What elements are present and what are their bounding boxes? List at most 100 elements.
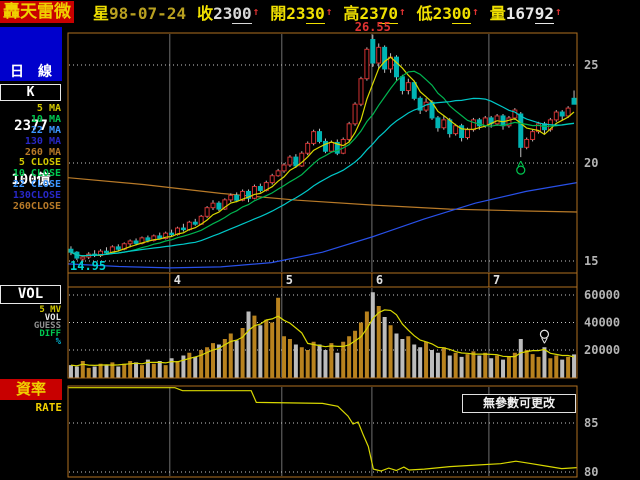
candle-body xyxy=(347,124,351,140)
volume-bar xyxy=(294,345,298,378)
price-tick-label: 20 xyxy=(584,156,598,170)
candle-body xyxy=(412,83,416,99)
volume-bar xyxy=(276,298,280,378)
volume-bar xyxy=(572,354,576,377)
candle-body xyxy=(69,249,73,252)
volume-bar xyxy=(93,367,97,378)
candle-body xyxy=(572,98,576,104)
candle-body xyxy=(193,222,197,224)
volume-bar xyxy=(99,364,103,378)
candle-body xyxy=(560,112,564,116)
volume-tick-label: 60000 xyxy=(584,288,620,302)
rate-tick-label: 80 xyxy=(584,465,598,479)
volume-bar xyxy=(418,347,422,377)
candle-body xyxy=(170,233,174,234)
vol-indicator-button[interactable]: VOL xyxy=(0,285,61,304)
volume-bar xyxy=(430,350,434,378)
candle-body xyxy=(554,112,558,120)
candle-body xyxy=(235,195,239,200)
candle-body xyxy=(466,130,470,138)
volume-bar xyxy=(152,364,156,378)
month-label: 5 xyxy=(286,273,293,287)
indicator-sidebar: 日 線 2377 100億 K 5 MA10 MA22 MA130 MA260 … xyxy=(0,24,66,480)
volume-bar xyxy=(81,361,85,378)
candle-body xyxy=(158,236,162,239)
volume-bar xyxy=(247,312,251,378)
volume-bar xyxy=(288,339,292,378)
legend-row: 10 MA xyxy=(0,114,63,125)
candle-body xyxy=(276,171,280,176)
price-tick-label: 15 xyxy=(584,254,598,268)
candle-body xyxy=(341,139,345,153)
volume-bar xyxy=(258,325,262,377)
volume-bar xyxy=(537,357,541,378)
volume-bar xyxy=(394,334,398,378)
legend-row: 22 MA xyxy=(0,125,63,136)
volume-bar xyxy=(158,361,162,378)
volume-bar xyxy=(466,354,470,377)
candle-body xyxy=(116,247,120,249)
volume-bar xyxy=(347,336,351,377)
period-stock-box[interactable]: 日 線 2377 100億 xyxy=(0,27,62,81)
volume-bar xyxy=(87,368,91,378)
candle-body xyxy=(146,238,150,241)
volume-bar xyxy=(323,350,327,378)
volume-bar xyxy=(400,339,404,378)
volume-bar xyxy=(300,347,304,377)
volume-bar xyxy=(235,340,239,377)
volume-bar xyxy=(489,358,493,377)
candle-body xyxy=(371,40,375,64)
candle-body xyxy=(377,47,381,63)
ma-line xyxy=(68,183,577,268)
volume-bar xyxy=(264,320,268,378)
volume-bar xyxy=(471,351,475,377)
k-indicator-button[interactable]: K xyxy=(0,84,61,101)
candle-body xyxy=(306,143,310,153)
marker-balloon-icon xyxy=(540,330,548,338)
volume-bar xyxy=(424,342,428,378)
volume-bar xyxy=(389,325,393,377)
volume-bar xyxy=(175,361,179,378)
high-price-label: 26.55 xyxy=(355,20,391,34)
volume-bar xyxy=(371,292,375,377)
volume-bar xyxy=(193,357,197,378)
legend-row: 5 CLOSE xyxy=(0,157,63,168)
volume-bar xyxy=(495,356,499,378)
candle-body xyxy=(566,108,570,116)
volume-bar xyxy=(477,356,481,378)
app-window: 轟天雷微 星98-07-24收2300↑開2330↑高2370↑低2300↑量1… xyxy=(0,0,640,480)
volume-bar xyxy=(181,356,185,378)
volume-tick-label: 20000 xyxy=(584,343,620,357)
candle-body xyxy=(282,165,286,171)
month-label: 4 xyxy=(174,273,181,287)
volume-bar xyxy=(383,317,387,378)
volume-bar xyxy=(134,362,138,377)
volume-bar xyxy=(329,343,333,377)
ma-line xyxy=(71,71,574,256)
volume-bar xyxy=(460,357,464,378)
volume-bar xyxy=(566,357,570,378)
volume-bar xyxy=(519,339,523,378)
volume-bar xyxy=(454,353,458,378)
marker-balloon-icon xyxy=(517,166,525,174)
volume-bar xyxy=(412,345,416,378)
rate-indicator-button[interactable]: 資率 xyxy=(0,379,62,400)
low-price-label: 14.95 xyxy=(70,259,106,273)
candle-body xyxy=(217,203,221,209)
candle-body xyxy=(495,116,499,124)
volume-bar xyxy=(229,334,233,378)
legend-row: DIFF xyxy=(0,330,63,338)
legend-row: 130CLOSE xyxy=(0,190,63,201)
volume-bar xyxy=(187,353,191,378)
volume-bar xyxy=(542,347,546,377)
close-legend: 5 CLOSE10 CLOSE22 CLOSE130CLOSE260CLOSE xyxy=(0,157,63,212)
volume-bar xyxy=(483,353,487,378)
volume-bar xyxy=(560,360,564,378)
volume-bar xyxy=(525,350,529,378)
candle-body xyxy=(318,132,322,142)
candle-body xyxy=(252,187,256,199)
candle-body xyxy=(519,114,523,147)
month-label: 6 xyxy=(376,273,383,287)
candle-body xyxy=(442,120,446,128)
vol-legend: 5 MVVOLGUESSDIFF% xyxy=(0,306,63,346)
